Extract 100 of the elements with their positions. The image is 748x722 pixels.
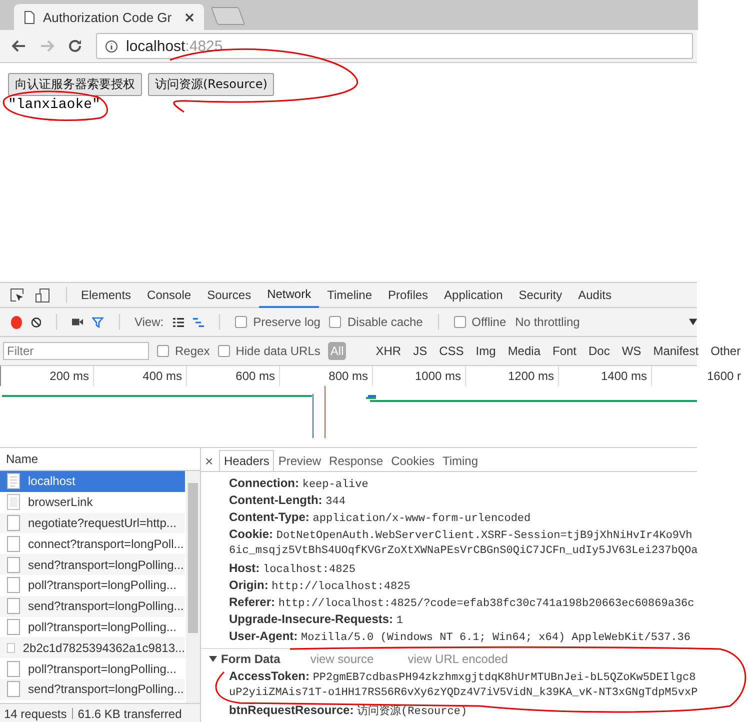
request-row[interactable]: 2b2c1d7825394362a1c9813... [0, 637, 185, 658]
request-row[interactable]: negotiate?requestUrl=http... [0, 512, 185, 534]
panel-tab[interactable]: Audits [570, 284, 620, 306]
file-icon [7, 494, 20, 510]
time-tick: 200 ms [1, 366, 94, 386]
response-text: "lanxiaoke" [8, 97, 102, 113]
time-tick: 1400 ms [559, 366, 652, 386]
request-row[interactable]: poll?transport=longPolling... [0, 574, 185, 596]
type-filter[interactable]: Other [708, 342, 743, 360]
camera-icon[interactable] [72, 317, 84, 327]
checkbox-label: Offline [472, 315, 506, 329]
panel-tab[interactable]: Elements [73, 284, 140, 306]
file-icon [7, 660, 20, 677]
filter-field[interactable]: Filter [3, 342, 149, 360]
detail-tab[interactable]: Headers [219, 450, 274, 471]
request-row[interactable]: browserLink [0, 492, 185, 513]
view-label: View: [134, 315, 164, 329]
view-link[interactable]: view source [310, 652, 374, 666]
header-line: Content-Length: 344 [229, 492, 346, 509]
header-line: Connection: keep-alive [229, 475, 370, 492]
detail-tab[interactable]: Preview [274, 451, 326, 471]
checkbox-label: Regex [175, 344, 210, 358]
filter-icon[interactable] [92, 316, 104, 328]
file-icon [7, 618, 20, 635]
header-line: Content-Type: application/x-www-form-urlencoded [229, 509, 532, 526]
checkbox-label: Preserve log [253, 315, 320, 329]
request-row[interactable]: localhost [0, 471, 185, 492]
form-field-value: uP2yiiZMAis71T-o1HH17RS56R6vXy6zYQDz4V7iV5VidN_k39KA_vK-NT3xGNgTdpM5vxP [228, 686, 697, 701]
checkbox[interactable] [218, 345, 230, 357]
form-field-line: btnRequestResource: 访问资源(Resource) [228, 702, 468, 719]
type-filter[interactable]: WS [620, 342, 644, 360]
waterfall-view-icon[interactable] [192, 316, 204, 328]
type-filter[interactable]: JS [411, 342, 430, 360]
checkbox[interactable] [329, 316, 342, 328]
checkbox[interactable] [454, 316, 466, 328]
reload-icon[interactable] [68, 39, 82, 53]
back-icon[interactable] [12, 40, 26, 52]
checkbox-label: Disable cache [347, 315, 423, 329]
file-icon [7, 598, 20, 614]
page-button[interactable]: 访问资源(Resource) [148, 73, 274, 96]
request-row[interactable]: send?transport=longPolling... [0, 678, 185, 700]
type-filter[interactable]: Media [506, 342, 542, 360]
header-line: Host: localhost:4825 [229, 560, 356, 577]
info-icon [105, 40, 118, 52]
detail-tab[interactable]: Response [325, 451, 388, 471]
section-title[interactable]: Form Data [221, 652, 280, 666]
list-view-icon[interactable] [172, 316, 184, 328]
tab-title: Authorization Code Gr [43, 10, 173, 24]
time-tick: 1600 r [706, 368, 742, 385]
checkbox[interactable] [235, 316, 248, 328]
time-tick: 1200 ms [466, 366, 559, 386]
clear-icon[interactable] [30, 316, 42, 328]
request-row[interactable]: send?transport=longPolling... [0, 554, 185, 575]
request-row[interactable]: poll?transport=longPolling... [0, 616, 185, 638]
request-row[interactable]: connect?transport=longPoll... [0, 533, 185, 554]
checkbox-label: Hide data URLs [236, 344, 320, 358]
header-value: 6ic_msqjz5VtBhS4UOqfKVGrZoXtXWNaPEsVrCBGnS0QiC7JCFn_udIy5JV63Lei237bQOa [229, 544, 697, 559]
detail-tab[interactable]: Timing [438, 451, 482, 471]
checkbox[interactable] [157, 345, 169, 357]
panel-tab[interactable]: Application [436, 284, 511, 306]
view-link[interactable]: view URL encoded [408, 652, 508, 666]
panel-tab[interactable]: Security [510, 284, 570, 306]
device-icon[interactable] [35, 288, 50, 302]
panel-tab[interactable]: Profiles [380, 284, 436, 306]
inspect-icon[interactable] [10, 288, 25, 302]
type-filter[interactable]: Doc [586, 342, 612, 360]
expand-triangle-icon[interactable] [209, 656, 217, 662]
type-filter[interactable]: XHR [374, 342, 404, 360]
time-tick: 600 ms [187, 366, 280, 386]
time-tick: 800 ms [280, 366, 373, 386]
panel-tab[interactable]: Sources [199, 284, 260, 306]
record-button[interactable] [11, 316, 22, 328]
type-filter[interactable]: Img [474, 342, 498, 360]
file-icon [7, 536, 20, 552]
type-filter[interactable]: CSS [437, 342, 466, 360]
detail-tab[interactable]: Cookies [387, 451, 438, 471]
browser-tab[interactable]: Authorization Code Gr [14, 4, 204, 30]
close-icon[interactable]: × [205, 451, 219, 471]
page-icon [24, 10, 35, 24]
file-icon [7, 681, 20, 698]
header-line: Upgrade-Insecure-Requests: 1 [229, 611, 404, 628]
file-icon [7, 556, 20, 573]
file-icon [7, 577, 20, 594]
panel-tab[interactable]: Timeline [319, 284, 380, 306]
request-row[interactable]: send?transport=longPolling... [0, 596, 185, 617]
document-icon [7, 473, 20, 490]
type-filter[interactable]: Font [550, 342, 579, 360]
status-text: 61.6 KB transferred [78, 706, 182, 720]
request-row[interactable]: poll?transport=longPolling... [0, 658, 185, 679]
header-line: User-Agent: Mozilla/5.0 (Windows NT 6.1; Win64; x64) AppleWebKit/537.36 [229, 628, 692, 645]
throttling-dropdown[interactable]: No throttling [515, 315, 580, 329]
close-icon[interactable] [185, 12, 194, 22]
scrollbar[interactable] [186, 471, 200, 703]
header-line: Referer: http://localhost:4825/?code=efab38fc30c741a198b20663ec60869a36c [229, 594, 696, 611]
form-field-line: AccessToken: PP2gmEB7cdbasPH94zkzhmxgjtdqK8hUrMTUBnJei-bL5QZoKw5DEIlgc8 [228, 668, 697, 685]
panel-tab[interactable]: Console [139, 284, 200, 306]
type-filter[interactable]: Manifest [651, 342, 701, 360]
page-button[interactable]: 向认证服务器索要授权 [8, 73, 142, 96]
status-text: 14 requests [4, 706, 67, 720]
dropdown-caret-icon[interactable] [688, 318, 697, 326]
